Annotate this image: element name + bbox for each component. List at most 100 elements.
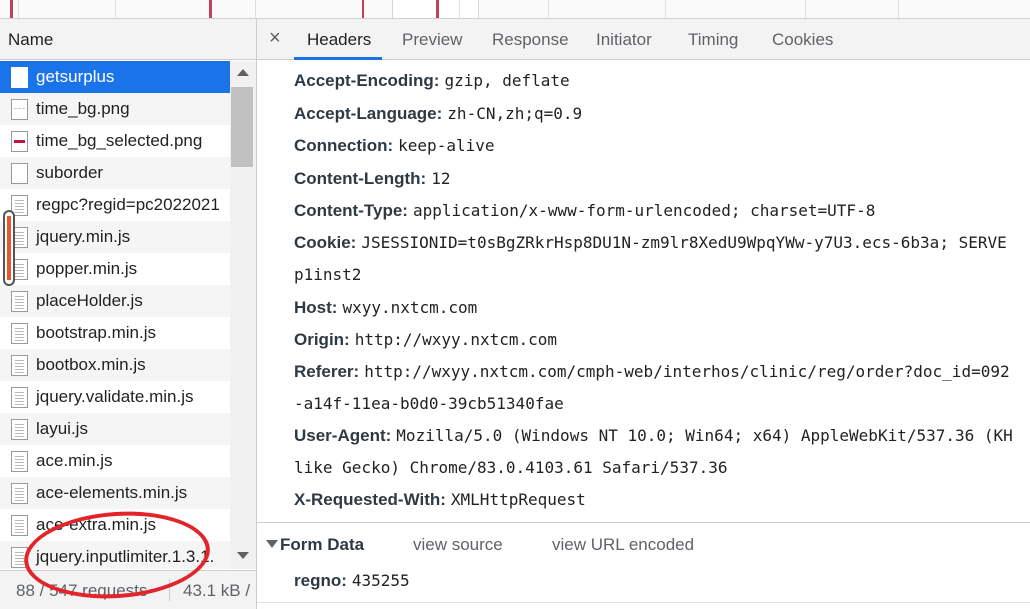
header-host: Host: wxyy.nxtcm.com bbox=[294, 298, 477, 318]
script-icon bbox=[11, 291, 28, 312]
tab-response[interactable]: Response bbox=[492, 30, 569, 50]
overview-marker bbox=[3, 210, 15, 286]
request-name: bootbox.min.js bbox=[36, 355, 146, 374]
header-key: Content-Type: bbox=[294, 201, 408, 220]
header-key: Accept-Language: bbox=[294, 104, 443, 123]
timeline-bar bbox=[10, 0, 13, 18]
request-row-suborder[interactable]: suborder bbox=[0, 157, 230, 189]
request-name: ace-extra.min.js bbox=[36, 515, 156, 534]
divider bbox=[257, 602, 1030, 603]
header-accept-language: Accept-Language: zh-CN,zh;q=0.9 bbox=[294, 104, 582, 124]
request-name: regpc?regid=pc2022021 bbox=[36, 195, 220, 214]
form-data-section: Form Data view source view URL encoded r… bbox=[257, 522, 1030, 609]
request-name: bootstrap.min.js bbox=[36, 323, 156, 342]
header-referer: Referer: http://wxyy.nxtcm.com/cmph-web/i… bbox=[294, 362, 1010, 382]
request-row-inputlimiter[interactable]: jquery.inputlimiter.1.3.1. bbox=[0, 541, 230, 569]
timeline-gridline bbox=[459, 0, 460, 18]
header-cookie-continuation: p1inst2 bbox=[294, 265, 362, 284]
collapse-triangle-icon[interactable] bbox=[266, 540, 278, 548]
tab-cookies[interactable]: Cookies bbox=[772, 30, 833, 50]
script-icon bbox=[11, 355, 28, 376]
request-row-layui[interactable]: layui.js bbox=[0, 413, 230, 445]
timeline-gridline bbox=[898, 0, 899, 18]
status-divider bbox=[169, 579, 170, 601]
header-value: JSESSIONID=t0sBgZRkrHsp8DU1N-zm9lr8XedU9… bbox=[361, 233, 1007, 252]
header-value: keep-alive bbox=[398, 136, 495, 155]
script-icon bbox=[11, 515, 28, 536]
script-icon bbox=[11, 547, 28, 568]
request-row-time-bg-selected[interactable]: time_bg_selected.png bbox=[0, 125, 230, 157]
request-row-regpc[interactable]: regpc?regid=pc2022021 bbox=[0, 189, 230, 221]
tab-timing[interactable]: Timing bbox=[688, 30, 738, 50]
script-icon bbox=[11, 419, 28, 440]
header-key: X-Requested-With: bbox=[294, 490, 446, 509]
timeline-gridline bbox=[18, 0, 19, 18]
header-user-agent: User-Agent: Mozilla/5.0 (Windows NT 10.0;… bbox=[294, 426, 1013, 446]
request-name: jquery.inputlimiter.1.3.1. bbox=[36, 547, 215, 566]
header-value: application/x-www-form-urlencoded; chars… bbox=[412, 201, 876, 220]
request-row-bootstrap[interactable]: bootstrap.min.js bbox=[0, 317, 230, 349]
header-connection: Connection: keep-alive bbox=[294, 136, 494, 156]
header-key: Referer: bbox=[294, 362, 360, 381]
timeline-bar bbox=[209, 0, 212, 18]
request-row-time-bg[interactable]: time_bg.png bbox=[0, 93, 230, 125]
request-row-ace-elements[interactable]: ace-elements.min.js bbox=[0, 477, 230, 509]
header-value: gzip, deflate bbox=[444, 71, 570, 90]
request-name: ace.min.js bbox=[36, 451, 113, 470]
request-name: layui.js bbox=[36, 419, 88, 438]
request-row-popper[interactable]: popper.min.js bbox=[0, 253, 230, 285]
scrollbar-thumb[interactable] bbox=[231, 87, 253, 167]
header-key: Accept-Encoding: bbox=[294, 71, 440, 90]
name-column-header[interactable]: Name bbox=[0, 19, 256, 60]
request-count: 88 / 547 requests bbox=[16, 581, 148, 600]
header-key: Content-Length: bbox=[294, 169, 427, 188]
timeline-gridline bbox=[115, 0, 116, 18]
header-key: Origin: bbox=[294, 330, 350, 349]
scroll-up-arrow-icon[interactable] bbox=[237, 69, 249, 76]
request-name: popper.min.js bbox=[36, 259, 138, 278]
request-row-ace[interactable]: ace.min.js bbox=[0, 445, 230, 477]
tab-preview[interactable]: Preview bbox=[402, 30, 462, 50]
header-referer-continuation: -a14f-11ea-b0d0-39cb51340fae bbox=[294, 394, 564, 413]
view-url-encoded-link[interactable]: view URL encoded bbox=[552, 535, 694, 555]
header-value: XMLHttpRequest bbox=[450, 490, 586, 509]
timeline-overview[interactable] bbox=[0, 0, 1030, 19]
request-row-getsurplus[interactable]: getsurplus bbox=[0, 61, 230, 93]
request-details-pane: × Headers Preview Response Initiator Tim… bbox=[257, 19, 1030, 609]
header-origin: Origin: http://wxyy.nxtcm.com bbox=[294, 330, 557, 350]
request-row-ace-extra[interactable]: ace-extra.min.js bbox=[0, 509, 230, 541]
timeline-gridline bbox=[548, 0, 549, 18]
request-row-placeholder[interactable]: placeHolder.js bbox=[0, 285, 230, 317]
script-icon bbox=[11, 483, 28, 504]
name-column-label: Name bbox=[8, 30, 54, 49]
view-source-link[interactable]: view source bbox=[413, 535, 503, 555]
document-icon bbox=[11, 163, 28, 184]
tab-initiator[interactable]: Initiator bbox=[596, 30, 652, 50]
header-key: User-Agent: bbox=[294, 426, 392, 445]
request-row-jquery-validate[interactable]: jquery.validate.min.js bbox=[0, 381, 230, 413]
request-name: time_bg.png bbox=[36, 99, 130, 118]
request-row-jquery[interactable]: jquery.min.js bbox=[0, 221, 230, 253]
close-icon[interactable]: × bbox=[269, 27, 281, 50]
header-accept-encoding: Accept-Encoding: gzip, deflate bbox=[294, 71, 570, 91]
request-list-scrollbar[interactable] bbox=[230, 61, 256, 569]
form-data-title[interactable]: Form Data bbox=[280, 535, 364, 555]
form-field-key: regno: bbox=[294, 571, 347, 590]
request-name: getsurplus bbox=[36, 67, 115, 86]
header-value: zh-CN,zh;q=0.9 bbox=[447, 104, 583, 123]
header-content-type: Content-Type: application/x-www-form-urle… bbox=[294, 201, 875, 221]
timeline-bar bbox=[436, 0, 439, 18]
request-name: ace-elements.min.js bbox=[36, 483, 188, 502]
request-list: getsurplus time_bg.png time_bg_selected.… bbox=[0, 61, 230, 569]
header-user-agent-continuation: like Gecko) Chrome/83.0.4103.61 Safari/5… bbox=[294, 458, 728, 477]
script-icon bbox=[11, 323, 28, 344]
document-icon bbox=[11, 67, 28, 88]
tab-headers[interactable]: Headers bbox=[307, 30, 371, 50]
header-key: Connection: bbox=[294, 136, 394, 155]
header-x-requested-with: X-Requested-With: XMLHttpRequest bbox=[294, 490, 586, 510]
request-row-bootbox[interactable]: bootbox.min.js bbox=[0, 349, 230, 381]
timeline-bar bbox=[362, 0, 364, 18]
status-bar: 88 / 547 requests 43.1 kB / bbox=[0, 570, 256, 609]
request-name: jquery.validate.min.js bbox=[36, 387, 194, 406]
scroll-down-arrow-icon[interactable] bbox=[237, 552, 249, 559]
